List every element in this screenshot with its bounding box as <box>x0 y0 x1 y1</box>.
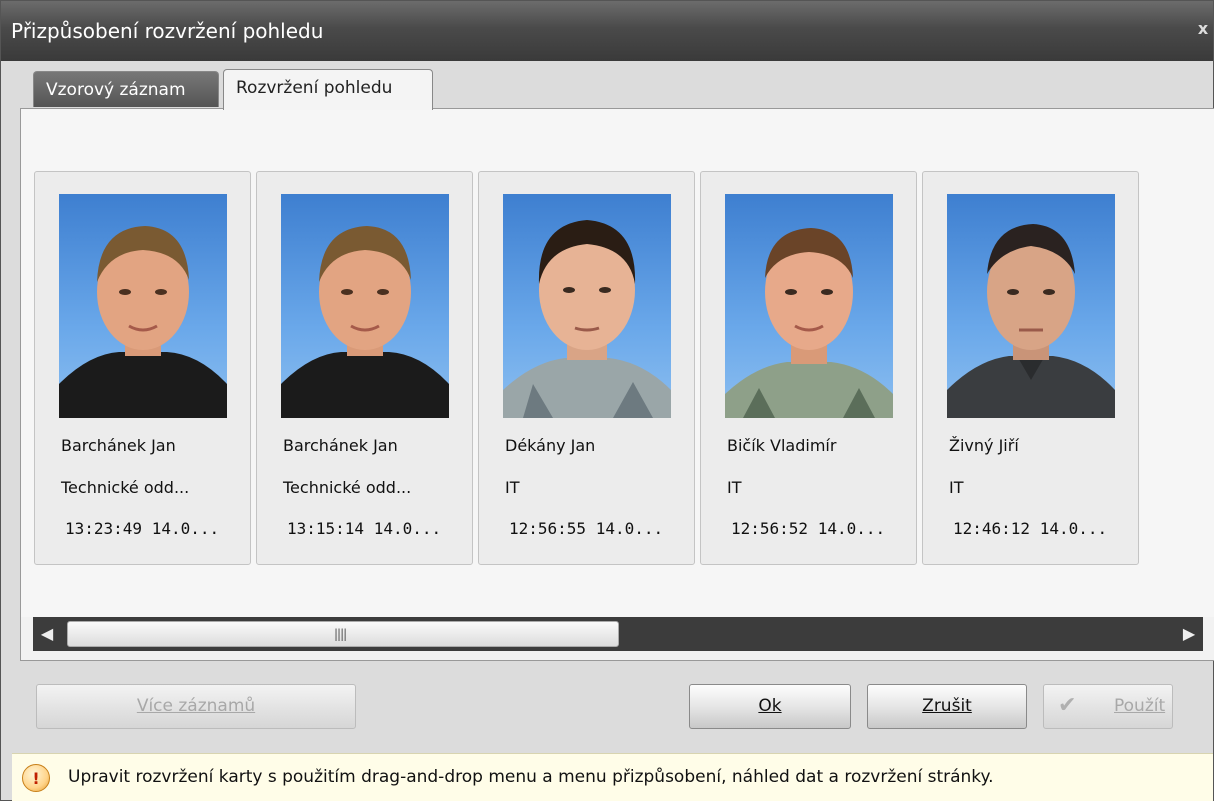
ok-label: Ok <box>758 696 782 716</box>
checkmark-icon: ✔ <box>1058 693 1077 718</box>
card-time: 12:56:55 14.0... <box>509 519 664 538</box>
card-department: IT <box>505 478 520 497</box>
cancel-label: Zrušit <box>922 696 972 716</box>
record-card[interactable]: Dékány Jan IT 12:56:55 14.0... <box>478 171 695 565</box>
card-name: Barchánek Jan <box>61 436 176 455</box>
tab-sample-record[interactable]: Vzorový záznam <box>33 71 219 107</box>
cards-viewport: Barchánek Jan Technické odd... 13:23:49 … <box>21 109 1214 617</box>
window-title: Přizpůsobení rozvržení pohledu <box>11 19 324 43</box>
more-records-button[interactable]: Více záznamů <box>36 684 356 729</box>
apply-button[interactable]: ✔ Použít <box>1043 684 1173 729</box>
cancel-button[interactable]: Zrušit <box>867 684 1027 729</box>
card-time: 12:56:52 14.0... <box>731 519 886 538</box>
status-text: Upravit rozvržení karty s použitím drag-… <box>68 767 994 787</box>
record-card[interactable]: Živný Jiří IT 12:46:12 14.0... <box>922 171 1139 565</box>
card-department: IT <box>949 478 964 497</box>
scroll-right-arrow-icon[interactable]: ▶ <box>1175 617 1203 651</box>
scroll-left-arrow-icon[interactable]: ◀ <box>33 617 61 651</box>
card-time: 13:23:49 14.0... <box>65 519 220 538</box>
title-bar[interactable]: Přizpůsobení rozvržení pohledu x <box>1 1 1213 61</box>
tab-view-layout[interactable]: Rozvržení pohledu <box>223 69 433 110</box>
card-name: Bičík Vladimír <box>727 436 837 455</box>
layout-panel: Barchánek Jan Technické odd... 13:23:49 … <box>20 108 1214 661</box>
person-photo <box>281 194 449 418</box>
record-card[interactable]: Barchánek Jan Technické odd... 13:23:49 … <box>34 171 251 565</box>
card-department: Technické odd... <box>61 478 190 497</box>
card-name: Dékány Jan <box>505 436 596 455</box>
card-department: IT <box>727 478 742 497</box>
record-card[interactable]: Barchánek Jan Technické odd... 13:15:14 … <box>256 171 473 565</box>
grip-icon: |||| <box>334 627 347 641</box>
more-records-label: Více záznamů <box>136 696 256 716</box>
person-photo <box>59 194 227 418</box>
scrollbar-thumb[interactable]: |||| <box>67 621 619 647</box>
person-photo <box>503 194 671 418</box>
card-time: 12:46:12 14.0... <box>953 519 1108 538</box>
ok-button[interactable]: Ok <box>689 684 851 729</box>
card-name: Barchánek Jan <box>283 436 398 455</box>
record-card[interactable]: Bičík Vladimír IT 12:56:52 14.0... <box>700 171 917 565</box>
card-department: Technické odd... <box>283 478 412 497</box>
warning-icon: ! <box>22 764 50 792</box>
close-button[interactable]: x <box>1195 19 1211 38</box>
apply-label: Použít <box>1114 696 1166 716</box>
horizontal-scrollbar[interactable]: ◀ |||| ▶ <box>33 617 1203 651</box>
card-time: 13:15:14 14.0... <box>287 519 442 538</box>
person-photo <box>947 194 1115 418</box>
dialog-window: Přizpůsobení rozvržení pohledu x Vzorový… <box>0 0 1214 801</box>
card-name: Živný Jiří <box>949 436 1019 455</box>
status-bar: ! Upravit rozvržení karty s použitím dra… <box>12 753 1213 801</box>
person-photo <box>725 194 893 418</box>
